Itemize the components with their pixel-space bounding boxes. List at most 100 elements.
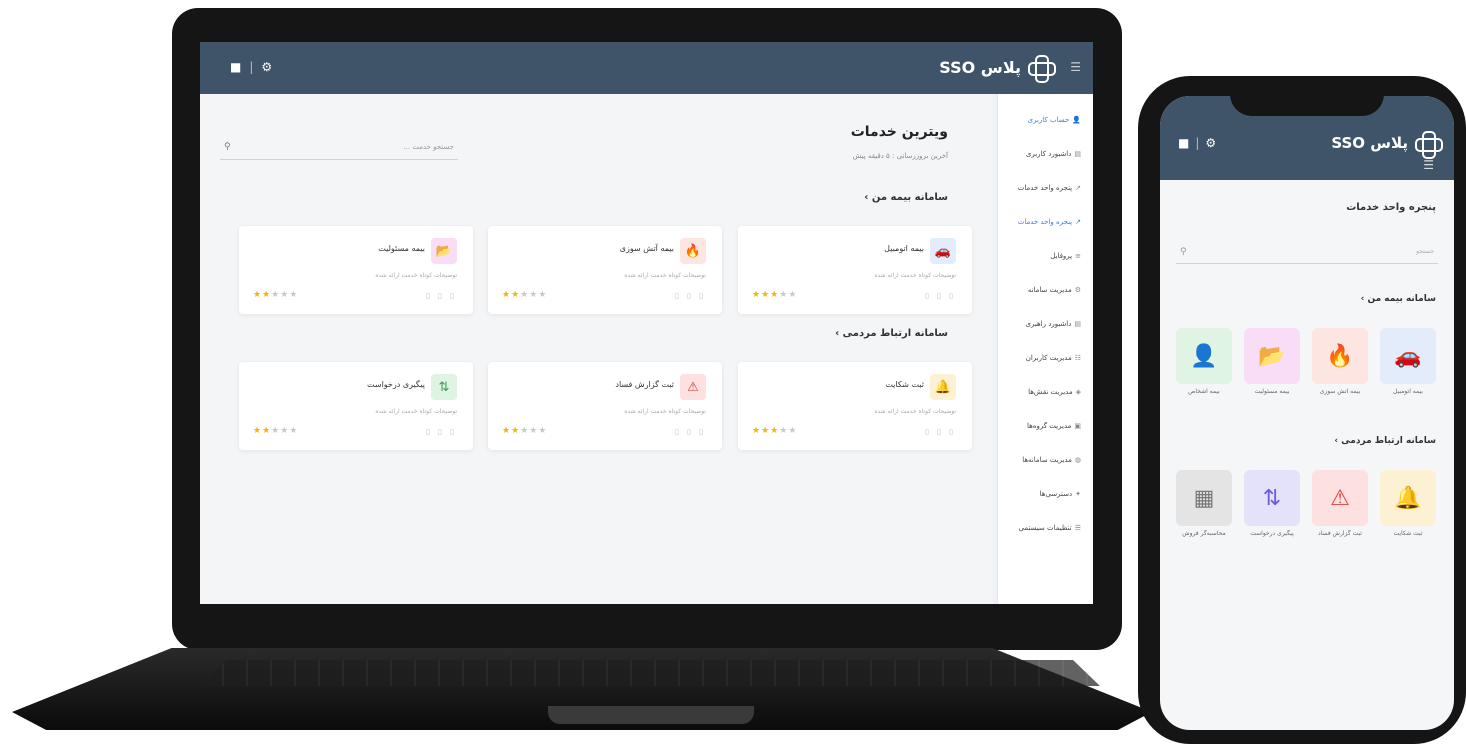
fire-icon[interactable]: 🔥 [1312, 328, 1368, 384]
service-card[interactable]: 🔥 بیمه آتش سوزی توضیحات کوتاه خدمت ارائه ش… [488, 226, 722, 314]
service-description: توضیحات کوتاه خدمت ارائه شده [874, 408, 956, 415]
sidebar-item[interactable]: ▣ مدیریت گروه‌ها [1027, 422, 1081, 430]
sidebar-item-label: پروفایل [1050, 252, 1073, 260]
sidebar-item-label: مدیریت کاربران [1025, 354, 1072, 362]
star-icon[interactable]: ★ [529, 290, 538, 300]
star-icon[interactable]: ★ [779, 290, 788, 300]
car-icon: 🚗 [930, 238, 956, 264]
sidebar-item[interactable]: ≡ پروفایل [1050, 252, 1081, 260]
car-icon[interactable]: 🚗 [1380, 328, 1436, 384]
sidebar-item-label: داشبورد راهبری [1025, 320, 1072, 328]
sidebar-item[interactable]: ☷ مدیریت کاربران [1026, 354, 1081, 362]
sidebar-item[interactable]: ⚙ مدیریت سامانه [1028, 286, 1081, 294]
gear-icon[interactable]: ⚙ [261, 60, 272, 74]
star-icon[interactable]: ★ [289, 426, 298, 436]
star-icon[interactable]: ★ [538, 426, 547, 436]
service-description: توضیحات کوتاه خدمت ارائه شده [624, 272, 706, 279]
sidebar-item[interactable]: ✦ دسترسی‌ها [1040, 490, 1081, 498]
sidebar-item[interactable]: 👤 حساب کاربری [1028, 116, 1081, 124]
sidebar-item[interactable]: ↗ پنجره واحد خدمات [1018, 184, 1081, 192]
star-icon[interactable]: ★ [502, 426, 511, 436]
star-icon[interactable]: ★ [271, 290, 280, 300]
card-actions-icon[interactable]: ▯ ▯ ▯ [925, 292, 956, 300]
rating-stars[interactable]: ★★★★★ [253, 426, 298, 436]
star-icon[interactable]: ★ [511, 426, 520, 436]
star-icon[interactable]: ★ [752, 290, 761, 300]
star-icon[interactable]: ★ [262, 426, 271, 436]
service-card[interactable]: 📂 بیمه مسئولیت توضیحات کوتاه خدمت ارائه شد… [239, 226, 473, 314]
sidebar-item[interactable]: ▤ داشبورد راهبری [1026, 320, 1081, 328]
rating-stars[interactable]: ★★★★★ [502, 290, 547, 300]
menu-icon[interactable]: ☰ [1423, 158, 1434, 172]
bell-icon[interactable]: 🔔 [1380, 470, 1436, 526]
service-name: پیگیری درخواست [367, 380, 425, 389]
service-card[interactable]: ⚠ ثبت گزارش فساد توضیحات کوتاه خدمت ارائه … [488, 362, 722, 450]
phone-section-title[interactable]: سامانه بیمه من › [1361, 294, 1436, 304]
card-actions-icon[interactable]: ▯ ▯ ▯ [925, 428, 956, 436]
star-icon[interactable]: ★ [280, 290, 289, 300]
star-icon[interactable]: ★ [253, 290, 262, 300]
phone-search-input[interactable]: جستجو [1416, 248, 1434, 255]
card-actions-icon[interactable]: ▯ ▯ ▯ [675, 428, 706, 436]
sidebar-item[interactable]: ▤ داشبورد کاربری [1026, 150, 1081, 158]
folder-icon[interactable]: 📂 [1244, 328, 1300, 384]
sidebar-item[interactable]: ◍ مدیریت سامانه‌ها [1022, 456, 1081, 464]
search-input[interactable]: جستجو خدمت ... [403, 143, 454, 151]
sidebar-item[interactable]: ☰ تنظیمات سیستمی [1019, 524, 1081, 532]
user-icon[interactable]: ■ [1178, 136, 1189, 150]
star-icon[interactable]: ★ [761, 290, 770, 300]
star-icon[interactable]: ★ [752, 426, 761, 436]
search-box[interactable]: ⚲ جستجو خدمت ... [220, 134, 458, 160]
star-icon[interactable]: ★ [520, 290, 529, 300]
users-icon: ☷ [1074, 354, 1081, 362]
rating-stars[interactable]: ★★★★★ [752, 426, 797, 436]
service-card[interactable]: ⇅ پیگیری درخواست توضیحات کوتاه خدمت ارائه … [239, 362, 473, 450]
star-icon[interactable]: ★ [529, 426, 538, 436]
phone-section-title[interactable]: سامانه ارتباط مردمی › [1334, 436, 1436, 446]
phone-search-box[interactable]: ⚲ جستجو [1176, 240, 1438, 264]
rating-stars[interactable]: ★★★★★ [253, 290, 298, 300]
section-title[interactable]: سامانه ارتباط مردمی › [835, 328, 948, 339]
card-actions-icon[interactable]: ▯ ▯ ▯ [426, 292, 457, 300]
sidebar-item[interactable]: ↗ پنجره واحد خدمات [1018, 218, 1081, 226]
brand-logo[interactable]: SSO پلاس [939, 54, 1056, 83]
service-description: توضیحات کوتاه خدمت ارائه شده [375, 408, 457, 415]
star-icon[interactable]: ★ [511, 290, 520, 300]
star-icon[interactable]: ★ [770, 426, 779, 436]
card-actions-icon[interactable]: ▯ ▯ ▯ [426, 428, 457, 436]
person-icon[interactable]: 👤 [1176, 328, 1232, 384]
rating-stars[interactable]: ★★★★★ [502, 426, 547, 436]
phone-brand-logo[interactable]: SSO پلاس [1331, 130, 1443, 159]
star-icon[interactable]: ★ [520, 426, 529, 436]
menu-icon[interactable]: ☰ [1070, 60, 1081, 74]
star-icon[interactable]: ★ [538, 290, 547, 300]
star-icon[interactable]: ★ [289, 290, 298, 300]
service-description: توضیحات کوتاه خدمت ارائه شده [624, 408, 706, 415]
star-icon[interactable]: ★ [770, 290, 779, 300]
sidebar-item-label: مدیریت سامانه‌ها [1022, 456, 1072, 464]
service-name: بیمه آتش سوزی [619, 244, 674, 253]
calculator-icon[interactable]: ▦ [1176, 470, 1232, 526]
star-icon[interactable]: ★ [761, 426, 770, 436]
star-icon[interactable]: ★ [262, 290, 271, 300]
star-icon[interactable]: ★ [788, 426, 797, 436]
phone-tile-label: بیمه آتش سوزی [1319, 388, 1361, 395]
user-icon[interactable]: ■ [230, 60, 241, 74]
service-card[interactable]: 🚗 بیمه اتومبیل توضیحات کوتاه خدمت ارائه شد… [738, 226, 972, 314]
star-icon[interactable]: ★ [280, 426, 289, 436]
gear-icon[interactable]: ⚙ [1205, 136, 1216, 150]
star-icon[interactable]: ★ [779, 426, 788, 436]
star-icon[interactable]: ★ [253, 426, 262, 436]
rating-stars[interactable]: ★★★★★ [752, 290, 797, 300]
pull-request-icon[interactable]: ⇅ [1244, 470, 1300, 526]
phone-tile-label: ثبت گزارش فساد [1318, 530, 1362, 537]
card-actions-icon[interactable]: ▯ ▯ ▯ [675, 292, 706, 300]
star-icon[interactable]: ★ [271, 426, 280, 436]
service-card[interactable]: 🔔 ثبت شکایت توضیحات کوتاه خدمت ارائه شده ★★… [738, 362, 972, 450]
section-title[interactable]: سامانه بیمه من › [864, 192, 948, 203]
sidebar-item[interactable]: ◈ مدیریت نقش‌ها [1028, 388, 1081, 396]
star-icon[interactable]: ★ [788, 290, 797, 300]
star-icon[interactable]: ★ [502, 290, 511, 300]
fire-icon: 🔥 [680, 238, 706, 264]
warning-icon[interactable]: ⚠ [1312, 470, 1368, 526]
